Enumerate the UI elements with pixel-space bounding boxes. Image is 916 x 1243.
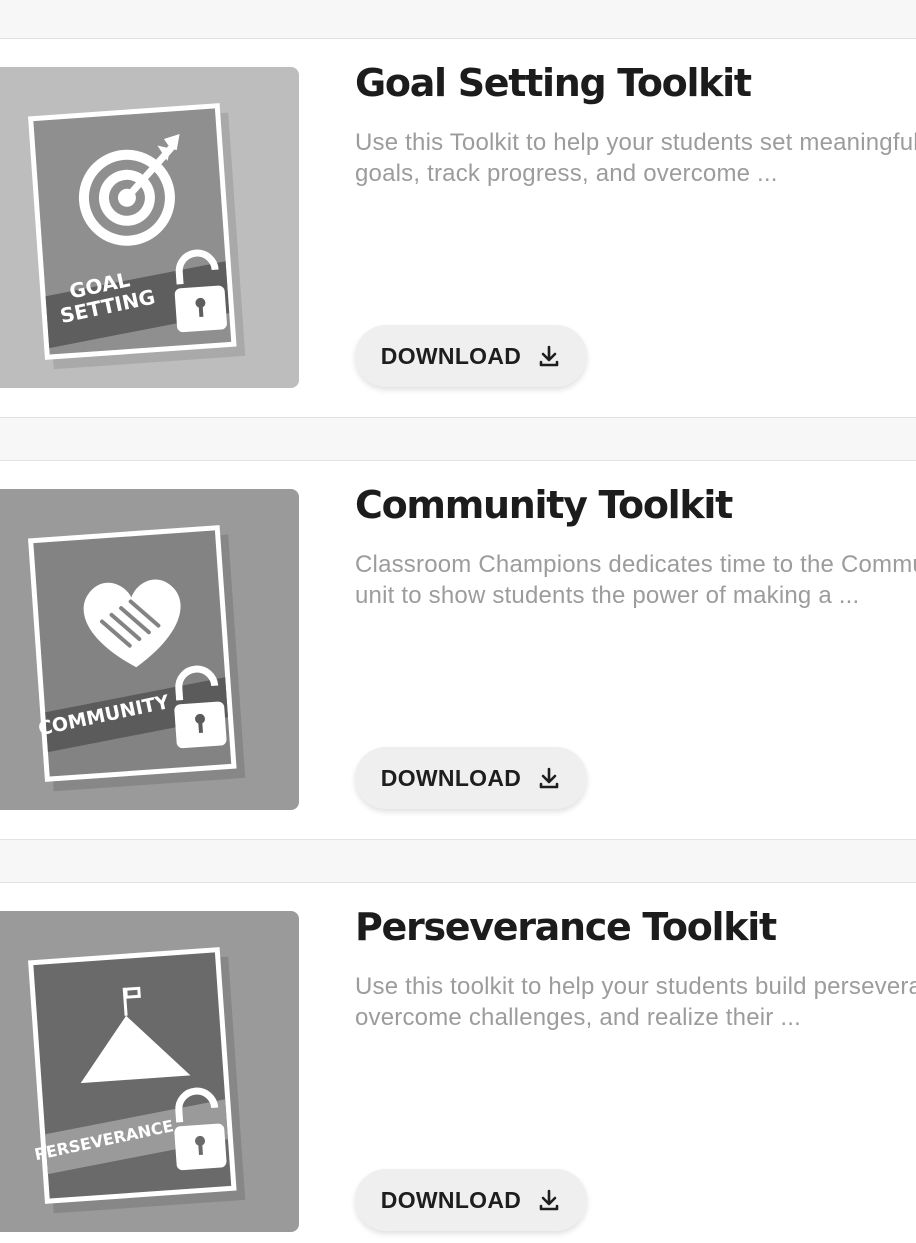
- perseverance-cover-image: PERSEVERANCE: [28, 947, 246, 1214]
- toolkit-card-perseverance: PERSEVERANCE Perseverance Toolkit Use th…: [0, 882, 916, 1243]
- toolkit-description: Classroom Champions dedicates time to th…: [355, 551, 916, 609]
- download-icon: [537, 344, 561, 368]
- toolkit-thumbnail[interactable]: COMMUNITY: [0, 489, 299, 810]
- download-icon: [537, 766, 561, 790]
- download-label: DOWNLOAD: [380, 1186, 522, 1213]
- download-label: DOWNLOAD: [380, 342, 522, 369]
- toolkit-description: Use this toolkit to help your students b…: [355, 973, 916, 1031]
- toolkit-card-goal-setting: GOAL SETTING Goal Setting Toolkit Use th…: [0, 38, 916, 418]
- goal-setting-cover-image: GOAL SETTING: [28, 103, 246, 370]
- toolkit-thumbnail[interactable]: GOAL SETTING: [0, 67, 299, 388]
- download-label: DOWNLOAD: [380, 764, 522, 791]
- download-button[interactable]: DOWNLOAD: [355, 325, 587, 387]
- toolkit-title[interactable]: Perseverance Toolkit: [355, 905, 777, 949]
- toolkit-card-community: COMMUNITY Community Toolkit Classroom Ch…: [0, 460, 916, 840]
- community-cover-image: COMMUNITY: [28, 525, 246, 792]
- toolkit-thumbnail[interactable]: PERSEVERANCE: [0, 911, 299, 1232]
- toolkit-description: Use this Toolkit to help your students s…: [355, 129, 916, 187]
- toolkit-title[interactable]: Goal Setting Toolkit: [355, 61, 752, 105]
- download-icon: [537, 1188, 561, 1212]
- download-button[interactable]: DOWNLOAD: [355, 747, 587, 809]
- toolkit-title[interactable]: Community Toolkit: [355, 483, 733, 527]
